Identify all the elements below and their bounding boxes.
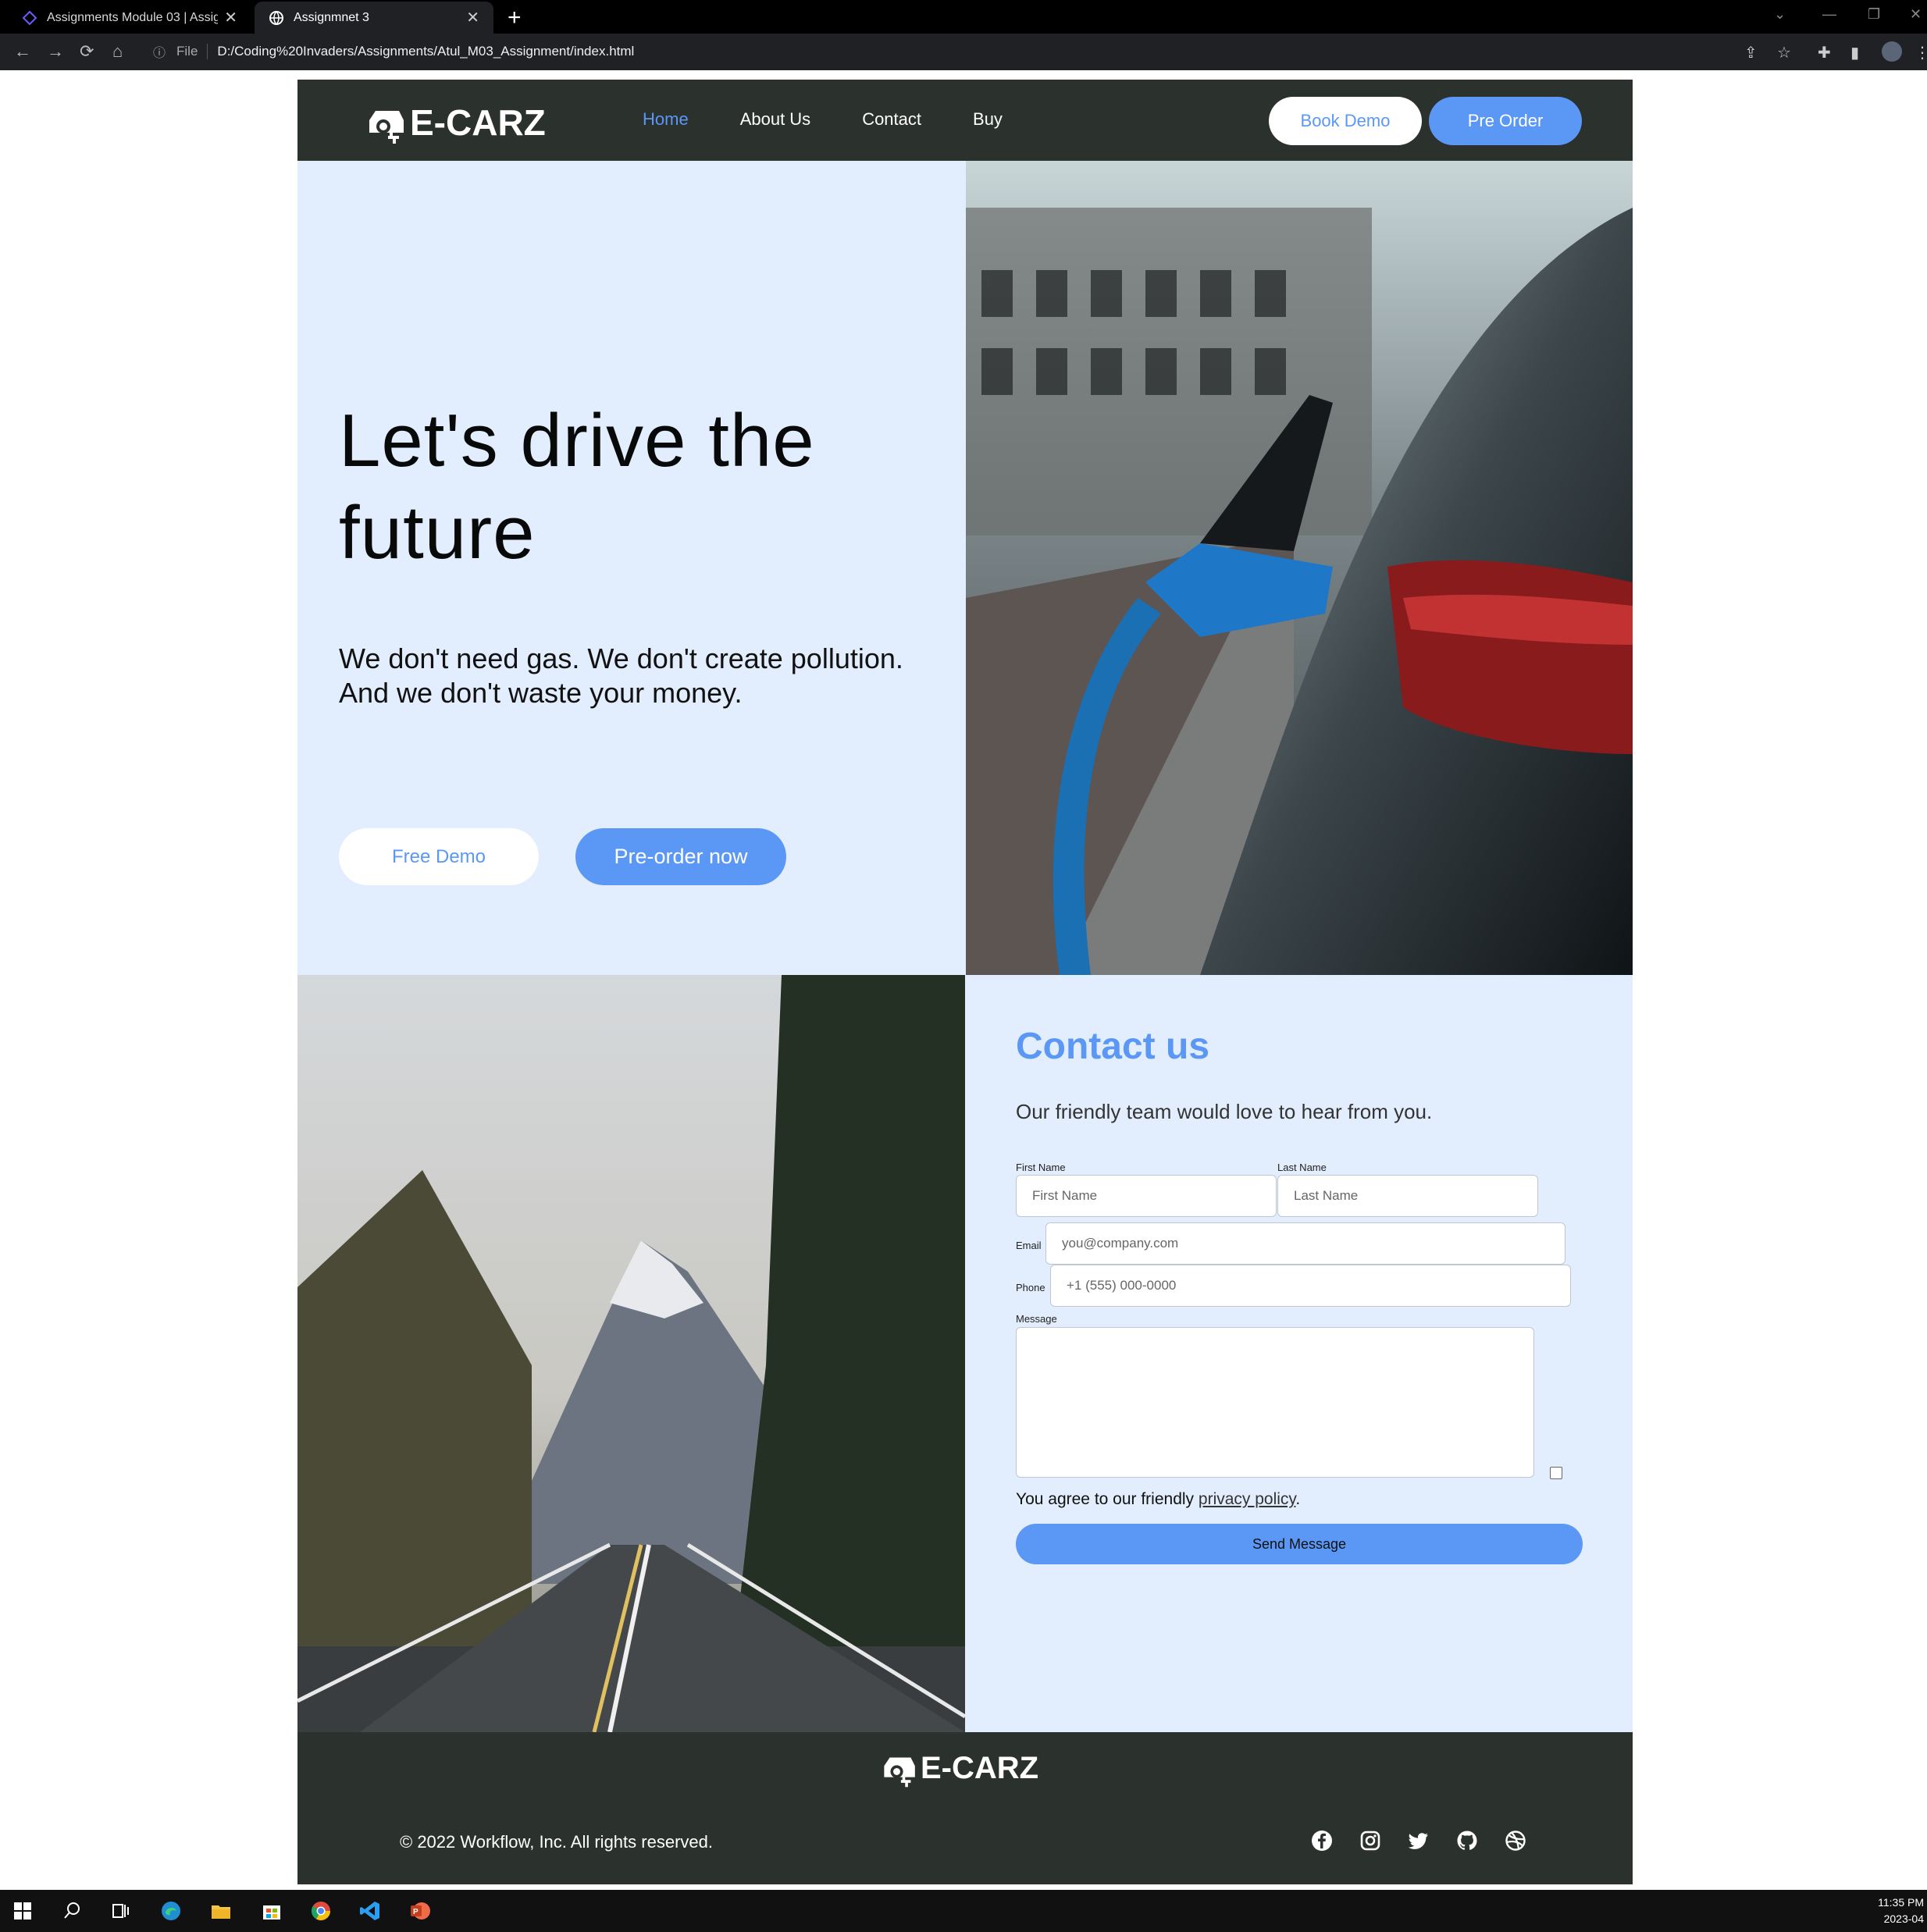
- back-icon[interactable]: ←: [14, 41, 31, 62]
- close-window-icon[interactable]: ✕: [1910, 6, 1922, 23]
- agree-end: .: [1295, 1490, 1301, 1508]
- contact-section: Contact us Our friendly team would love …: [965, 975, 1633, 1732]
- message-textarea[interactable]: [1016, 1327, 1534, 1478]
- nav-link-contact[interactable]: Contact: [862, 109, 921, 130]
- ev-charging-image: [966, 161, 1633, 975]
- nav-link-home[interactable]: Home: [643, 109, 689, 130]
- free-demo-button[interactable]: Free Demo: [339, 828, 539, 885]
- side-panel-icon[interactable]: ▮: [1850, 43, 1859, 62]
- contact-title: Contact us: [1016, 1026, 1210, 1067]
- microsoft-store-icon[interactable]: [260, 1899, 283, 1923]
- last-name-label: Last Name: [1277, 1162, 1327, 1173]
- menu-icon[interactable]: ⋮: [1915, 43, 1927, 62]
- vscode-icon[interactable]: [358, 1899, 382, 1923]
- edge-browser-icon[interactable]: [159, 1899, 183, 1923]
- phone-input[interactable]: +1 (555) 000-0000: [1050, 1265, 1571, 1307]
- footer-logo[interactable]: E-CARZ: [880, 1748, 1038, 1788]
- send-message-button[interactable]: Send Message: [1016, 1524, 1583, 1564]
- logo-text: E-CARZ: [410, 102, 546, 143]
- copyright-text: © 2022 Workflow, Inc. All rights reserve…: [400, 1832, 713, 1852]
- privacy-policy-link[interactable]: privacy policy: [1199, 1490, 1295, 1508]
- first-name-input[interactable]: First Name: [1016, 1175, 1277, 1217]
- hero-section: Let's drive the future We don't need gas…: [297, 161, 966, 975]
- mountain-road-image: [297, 975, 965, 1732]
- home-icon[interactable]: ⌂: [112, 41, 123, 62]
- svg-text:P: P: [413, 1908, 419, 1916]
- facebook-icon[interactable]: [1311, 1830, 1333, 1852]
- browser-tab-bar: Assignments Module 03 | Assign ✕ Assignm…: [0, 0, 1927, 34]
- globe-icon: [269, 10, 283, 25]
- privacy-checkbox[interactable]: [1550, 1467, 1562, 1479]
- chrome-icon[interactable]: [309, 1899, 333, 1923]
- taskbar-clock[interactable]: 11:35 PM 2023-04: [1878, 1895, 1924, 1927]
- clock-time: 11:35 PM: [1878, 1896, 1924, 1909]
- browser-toolbar: ← → ⟳ ⌂ ⓘ File D:/Coding%20Invaders/Assi…: [0, 34, 1927, 70]
- site-footer: E-CARZ © 2022 Workflow, Inc. All rights …: [297, 1732, 1633, 1884]
- divider: [207, 44, 208, 59]
- email-label: Email: [1016, 1240, 1042, 1251]
- nav-link-buy[interactable]: Buy: [973, 109, 1003, 130]
- site-logo[interactable]: E-CARZ: [365, 100, 546, 145]
- url-scheme-label: File: [176, 44, 198, 59]
- powerpoint-icon[interactable]: P: [408, 1899, 432, 1923]
- instagram-icon[interactable]: [1359, 1830, 1381, 1852]
- first-name-label: First Name: [1016, 1162, 1066, 1173]
- url-text[interactable]: D:/Coding%20Invaders/Assignments/Atul_M0…: [217, 44, 634, 59]
- tab-search-icon[interactable]: ⌄: [1774, 6, 1786, 23]
- phone-label: Phone: [1016, 1282, 1045, 1293]
- restore-icon[interactable]: ❐: [1868, 6, 1880, 23]
- pre-order-now-button[interactable]: Pre-order now: [575, 828, 786, 885]
- last-name-input[interactable]: Last Name: [1277, 1175, 1538, 1217]
- privacy-agreement: You agree to our friendly privacy policy…: [1016, 1490, 1300, 1509]
- tab-title: Assignments Module 03 | Assign: [47, 10, 219, 24]
- browser-tab-assignmnet-3[interactable]: Assignmnet 3 ✕: [255, 2, 493, 34]
- footer-logo-text: E-CARZ: [921, 1750, 1039, 1785]
- windows-start-icon[interactable]: [11, 1899, 34, 1923]
- site-navbar: E-CARZ Home About Us Contact Buy Book De…: [297, 80, 1633, 161]
- car-plug-icon: [884, 1757, 915, 1788]
- hero-subtitle: We don't need gas. We don't create pollu…: [339, 642, 903, 709]
- tab-title: Assignmnet 3: [294, 10, 369, 24]
- site-favicon-icon: [22, 10, 37, 25]
- profile-avatar[interactable]: [1882, 41, 1902, 62]
- message-label: Message: [1016, 1313, 1057, 1325]
- share-icon[interactable]: ⇪: [1744, 43, 1758, 62]
- info-icon[interactable]: ⓘ: [153, 42, 166, 61]
- contact-subtitle: Our friendly team would love to hear fro…: [1016, 1100, 1433, 1123]
- file-explorer-icon[interactable]: [209, 1899, 233, 1923]
- twitter-icon[interactable]: [1408, 1830, 1430, 1852]
- agree-text: You agree to our friendly: [1016, 1490, 1199, 1508]
- close-tab-icon[interactable]: ✕: [224, 8, 237, 27]
- forward-icon[interactable]: →: [47, 41, 64, 62]
- address-bar[interactable]: ⓘ File D:/Coding%20Invaders/Assignments/…: [144, 38, 1776, 65]
- github-icon[interactable]: [1456, 1830, 1478, 1852]
- email-input[interactable]: you@company.com: [1045, 1222, 1565, 1265]
- main-nav: Home About Us Contact Buy: [643, 109, 1003, 130]
- pre-order-button[interactable]: Pre Order: [1429, 97, 1582, 145]
- browser-tab-assignments[interactable]: Assignments Module 03 | Assign ✕: [8, 2, 251, 34]
- new-tab-button[interactable]: +: [508, 5, 522, 31]
- reload-icon[interactable]: ⟳: [80, 41, 94, 62]
- clock-date: 2023-04: [1883, 1912, 1924, 1925]
- hero-title: Let's drive the future: [339, 399, 815, 575]
- extensions-icon[interactable]: ✚: [1818, 43, 1831, 62]
- dribbble-icon[interactable]: [1505, 1830, 1526, 1852]
- social-links: [1311, 1830, 1526, 1852]
- minimize-icon[interactable]: —: [1822, 6, 1836, 23]
- car-plug-icon: [369, 111, 404, 144]
- nav-link-about-us[interactable]: About Us: [740, 109, 811, 130]
- search-icon[interactable]: [61, 1899, 84, 1923]
- bookmark-star-icon[interactable]: ☆: [1777, 43, 1791, 62]
- close-tab-icon[interactable]: ✕: [466, 8, 479, 27]
- task-view-icon[interactable]: [109, 1899, 133, 1923]
- windows-taskbar: P 11:35 PM 2023-04: [0, 1890, 1927, 1932]
- book-demo-button[interactable]: Book Demo: [1269, 97, 1422, 145]
